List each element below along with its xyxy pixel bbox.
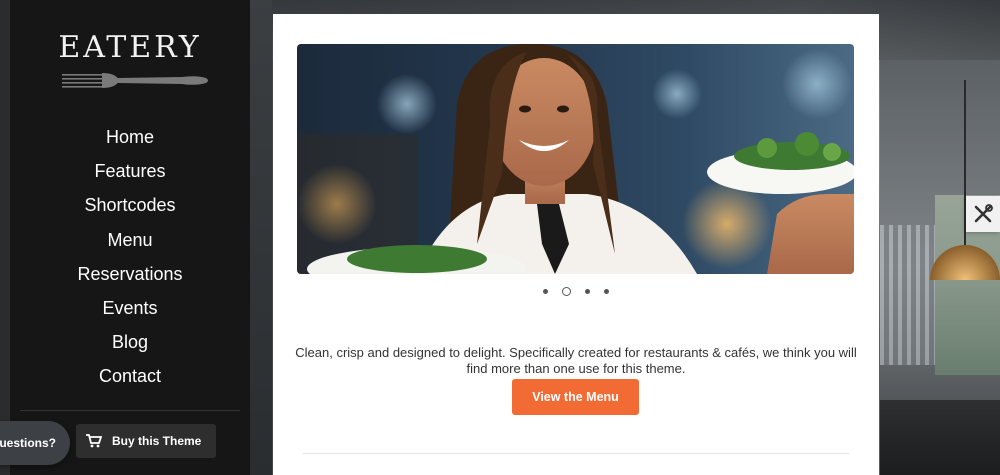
main-nav: Home Features Shortcodes Menu Reservatio… (10, 120, 250, 394)
tagline: Clean, crisp and designed to delight. Sp… (295, 345, 857, 376)
card-divider (303, 453, 849, 454)
buy-theme-label: Buy this Theme (112, 434, 202, 448)
nav-item-home[interactable]: Home (10, 120, 250, 154)
sidebar-divider (20, 410, 240, 411)
nav-item-contact[interactable]: Contact (10, 359, 250, 393)
content-card: Clean, crisp and designed to delight. Sp… (273, 14, 879, 475)
background-glass-shelf (880, 225, 935, 365)
nav-item-blog[interactable]: Blog (10, 325, 250, 359)
nav-item-reservations[interactable]: Reservations (10, 257, 250, 291)
questions-label: uestions? (0, 436, 56, 450)
nav-item-menu[interactable]: Menu (10, 223, 250, 257)
slider-dot-2[interactable] (562, 287, 571, 296)
fork-icon (62, 73, 208, 88)
nav-item-events[interactable]: Events (10, 291, 250, 325)
buy-theme-button[interactable]: Buy this Theme (76, 424, 216, 458)
slider-dot-4[interactable] (604, 289, 609, 294)
theme-options-tab[interactable] (966, 196, 1000, 232)
nav-item-features[interactable]: Features (10, 154, 250, 188)
slider-dots (273, 287, 879, 296)
background-floor (880, 400, 1000, 475)
sidebar: EATERY Home Features Shortcodes Menu Res… (10, 0, 250, 475)
cart-icon (86, 434, 102, 448)
nav-item-shortcodes[interactable]: Shortcodes (10, 188, 250, 222)
waitress-photo (297, 44, 854, 274)
view-menu-button[interactable]: View the Menu (512, 379, 639, 415)
background-wall (250, 0, 272, 475)
hero-slider-image[interactable] (297, 44, 854, 274)
slider-dot-3[interactable] (585, 289, 590, 294)
slider-dot-1[interactable] (543, 289, 548, 294)
page: EATERY Home Features Shortcodes Menu Res… (0, 0, 1000, 475)
questions-tab[interactable]: uestions? (0, 421, 70, 465)
tools-icon (974, 204, 993, 223)
site-logo[interactable]: EATERY (10, 30, 250, 65)
sidebar-edge (0, 0, 10, 475)
